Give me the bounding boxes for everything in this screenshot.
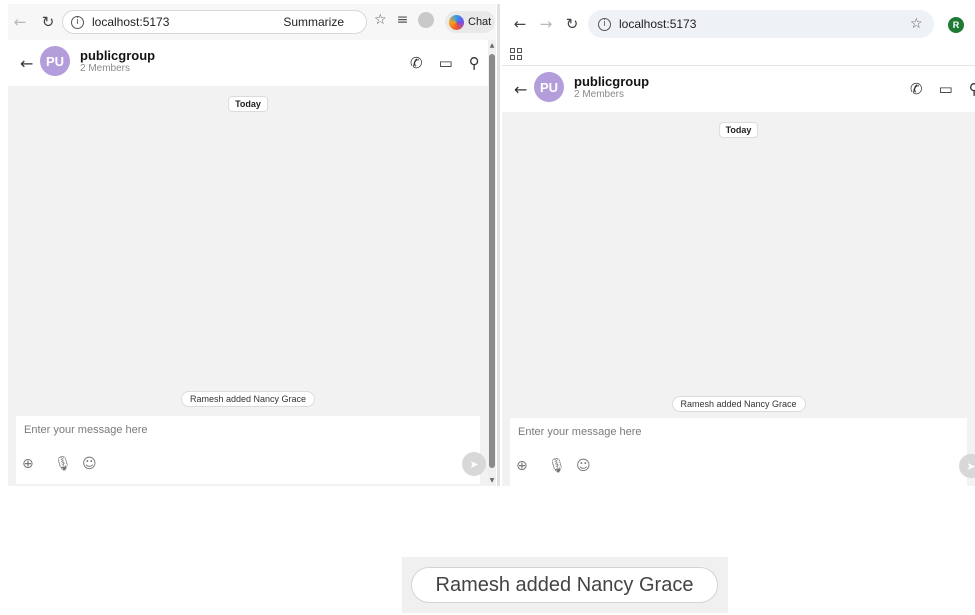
composer-toolbar: ⊕ 🎙 ☺ ➤: [16, 446, 486, 484]
video-call-icon[interactable]: ▭: [439, 54, 453, 72]
header-actions: ✆ ▭ ⚲: [410, 54, 480, 72]
group-name: publicgroup: [80, 48, 156, 63]
group-members-count: 2 Members: [80, 63, 131, 74]
apps-grid-icon[interactable]: [510, 48, 522, 60]
refresh-icon[interactable]: ↻: [562, 14, 582, 34]
microphone-icon[interactable]: 🎙: [54, 456, 72, 472]
video-call-icon[interactable]: ▭: [939, 80, 953, 98]
system-message: Ramesh added Nancy Grace: [180, 391, 316, 407]
message-input[interactable]: Enter your message here: [16, 416, 480, 446]
group-avatar: PU: [534, 72, 564, 102]
message-input[interactable]: Enter your message here: [510, 418, 967, 448]
back-arrow-icon[interactable]: ←: [510, 14, 530, 34]
system-message: Ramesh added Nancy Grace: [671, 396, 806, 412]
address-bar[interactable]: i localhost:5173: [588, 10, 934, 38]
chat-back-icon[interactable]: ←: [20, 54, 33, 73]
chat-back-icon[interactable]: ←: [514, 80, 527, 99]
profile-avatar[interactable]: R: [948, 17, 964, 33]
scroll-thumb[interactable]: [489, 54, 495, 468]
summarize-button[interactable]: Summarize: [283, 15, 344, 29]
group-name: publicgroup: [574, 74, 650, 89]
copilot-chat-button[interactable]: Chat: [445, 11, 495, 33]
zoom-callout: Ramesh added Nancy Grace: [402, 557, 728, 613]
address-bar-url: localhost:5173: [92, 15, 170, 29]
refresh-icon[interactable]: ↻: [38, 12, 58, 32]
info-icon[interactable]: i: [598, 17, 611, 31]
copilot-label: Chat: [468, 16, 492, 28]
emoji-icon[interactable]: ☺: [576, 458, 591, 474]
chat-panel: ← PU publicgroup 2 Members ✆ ▭ ⚲ Today R…: [8, 40, 488, 486]
edge-toolbar: ← ↻ i localhost:5173 Summarize ☆ ≡ ⋯ Cha…: [8, 4, 496, 40]
attach-icon[interactable]: ⊕: [516, 458, 528, 474]
bookmarks-bar: [502, 44, 975, 66]
group-avatar: PU: [40, 46, 70, 76]
info-icon[interactable]: i: [71, 15, 84, 29]
chat-header: ← PU publicgroup 2 Members ✆ ▭ ⚲: [8, 40, 488, 86]
header-actions: ✆ ▭ ⚲: [910, 80, 975, 98]
scroll-down-icon[interactable]: ▼: [488, 477, 496, 484]
search-icon[interactable]: ⚲: [969, 80, 975, 98]
composer-toolbar: ⊕ 🎙 ☺ ➤: [510, 448, 975, 486]
group-members-count: 2 Members: [574, 89, 625, 100]
phone-icon[interactable]: ✆: [910, 80, 923, 98]
send-button[interactable]: ➤: [462, 452, 486, 476]
back-arrow-icon[interactable]: ←: [10, 12, 30, 32]
attach-icon[interactable]: ⊕: [22, 456, 34, 472]
favorites-icon[interactable]: ☆: [374, 12, 387, 28]
send-button[interactable]: ➤: [959, 454, 975, 478]
search-icon[interactable]: ⚲: [469, 54, 480, 72]
emoji-icon[interactable]: ☺: [82, 456, 97, 472]
collections-icon[interactable]: ≡: [397, 12, 409, 28]
bookmark-star-icon[interactable]: ☆: [910, 16, 923, 32]
chat-header: ← PU publicgroup 2 Members ✆ ▭ ⚲: [502, 66, 975, 112]
edge-window: ← ↻ i localhost:5173 Summarize ☆ ≡ ⋯ Cha…: [8, 4, 496, 486]
window-divider: [497, 4, 500, 486]
date-separator: Today: [718, 122, 759, 138]
screenshot-stage: ← ↻ i localhost:5173 Summarize ☆ ≡ ⋯ Cha…: [0, 0, 975, 615]
phone-icon[interactable]: ✆: [410, 54, 423, 72]
microphone-icon[interactable]: 🎙: [548, 458, 566, 474]
chrome-window: ← → ↻ i localhost:5173 ☆ R ← PU publicgr…: [502, 4, 975, 486]
date-separator: Today: [228, 96, 268, 112]
copilot-icon: [449, 14, 464, 30]
chrome-toolbar: ← → ↻ i localhost:5173 ☆ R: [502, 4, 975, 44]
zoomed-system-message: Ramesh added Nancy Grace: [411, 567, 718, 603]
forward-arrow-icon[interactable]: →: [536, 14, 556, 34]
chat-panel: ← PU publicgroup 2 Members ✆ ▭ ⚲ Today R…: [502, 66, 975, 486]
address-bar-url: localhost:5173: [619, 17, 697, 31]
scroll-up-icon[interactable]: ▲: [488, 42, 496, 49]
address-bar[interactable]: i localhost:5173 Summarize: [62, 10, 367, 34]
profile-avatar[interactable]: [418, 12, 435, 28]
scrollbar[interactable]: ▲ ▼: [488, 40, 496, 486]
